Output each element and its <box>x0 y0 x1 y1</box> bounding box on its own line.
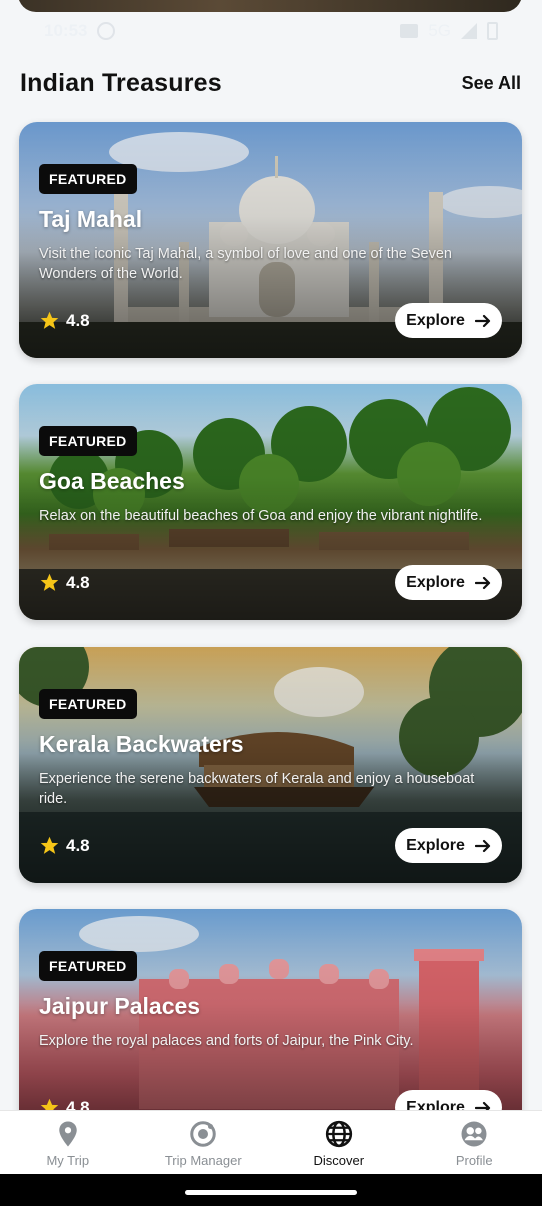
arrow-right-icon <box>474 839 490 852</box>
card-title: Goa Beaches <box>39 468 185 494</box>
nav-label: Discover <box>313 1153 365 1168</box>
star-icon <box>40 573 59 591</box>
card-title: Taj Mahal <box>39 206 143 232</box>
nav-label: Trip Manager <box>164 1153 242 1168</box>
card-description: Relax on the beautiful beaches of Goa an… <box>39 508 483 524</box>
destination-card[interactable]: FEATURED Goa Beaches Relax on the beauti… <box>19 384 522 620</box>
star-icon <box>40 836 59 854</box>
globe-icon <box>325 1120 352 1148</box>
nav-item-trip-manager[interactable]: Trip Manager <box>136 1111 272 1174</box>
featured-badge: FEATURED <box>39 951 137 981</box>
featured-badge: FEATURED <box>39 689 137 719</box>
nav-label: Profile <box>455 1153 493 1168</box>
featured-badge: FEATURED <box>39 164 137 194</box>
arrow-right-icon <box>474 576 490 589</box>
whatsapp-icon <box>97 22 116 40</box>
location-pin-icon <box>59 1121 77 1147</box>
explore-button[interactable]: Explore <box>395 828 502 863</box>
profile-icon <box>461 1121 487 1147</box>
signal-icon <box>461 23 477 39</box>
destination-card[interactable]: FEATURED Taj Mahal Visit the iconic Taj … <box>19 122 522 358</box>
previous-card-edge <box>18 0 522 12</box>
card-description: Experience the serene backwaters of Kera… <box>39 771 475 807</box>
notification-icon <box>400 24 419 38</box>
rating-value: 4.8 <box>66 310 90 330</box>
card-description: Visit the iconic Taj Mahal, a symbol of … <box>39 246 452 282</box>
nav-label: My Trip <box>46 1153 90 1168</box>
status-time: 10:53 <box>44 21 88 40</box>
see-all-button[interactable]: See All <box>462 73 521 94</box>
nav-item-my-trip[interactable]: My Trip <box>0 1111 136 1174</box>
section-header: Indian Treasures See All <box>20 66 521 100</box>
app-screen: 10:53 5G Indian Treasures See All FEATUR… <box>0 0 542 1206</box>
destination-card[interactable]: FEATURED Kerala Backwaters Experience th… <box>19 647 522 883</box>
rating-value: 4.8 <box>66 572 90 592</box>
section-title: Indian Treasures <box>20 68 222 97</box>
battery-icon <box>487 22 498 40</box>
explore-button[interactable]: Explore <box>395 565 502 600</box>
arrow-right-icon <box>474 314 490 327</box>
system-gesture-bar <box>0 1174 542 1206</box>
explore-label: Explore <box>406 311 465 329</box>
rating: 4.8 <box>39 835 90 856</box>
star-icon <box>40 311 59 329</box>
featured-badge: FEATURED <box>39 426 137 456</box>
status-indicators: 5G <box>400 21 498 41</box>
rating: 4.8 <box>39 572 90 593</box>
nav-item-discover[interactable]: Discover <box>271 1111 407 1174</box>
target-circle-icon <box>190 1121 216 1147</box>
explore-label: Explore <box>406 836 465 854</box>
network-label: 5G <box>428 21 451 40</box>
bottom-navigation: My Trip Trip Manager Discover Profile <box>0 1110 542 1174</box>
status-bar: 10:53 5G <box>0 16 542 46</box>
explore-button[interactable]: Explore <box>395 303 502 338</box>
card-title: Kerala Backwaters <box>39 731 244 757</box>
rating: 4.8 <box>39 310 90 331</box>
card-description: Explore the royal palaces and forts of J… <box>39 1033 414 1049</box>
home-handle[interactable] <box>185 1190 357 1195</box>
explore-label: Explore <box>406 573 465 591</box>
card-title: Jaipur Palaces <box>39 993 201 1019</box>
nav-item-profile[interactable]: Profile <box>407 1111 542 1174</box>
rating-value: 4.8 <box>66 835 90 855</box>
